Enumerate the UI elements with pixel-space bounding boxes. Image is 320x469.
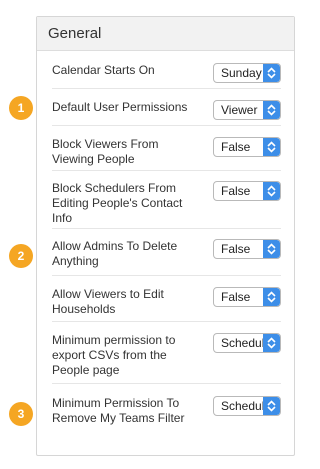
setting-label: Allow Admins To Delete Anything — [52, 239, 178, 268]
setting-label: Minimum Permission To Remove My Teams Fi… — [52, 396, 185, 425]
chevron-up-down-icon — [263, 138, 280, 156]
setting-row-allow-viewers-edit-households: Allow Viewers to Edit Households False — [52, 276, 281, 322]
chevron-up-down-icon — [263, 64, 280, 82]
setting-row-block-viewers: Block Viewers From Viewing People False — [52, 126, 281, 171]
setting-label: Minimum permission to export CSVs from t… — [52, 333, 176, 377]
default-user-permissions-select[interactable]: Viewer — [213, 100, 281, 120]
setting-label: Allow Viewers to Edit Households — [52, 287, 164, 316]
setting-row-min-permission-export-csv: Minimum permission to export CSVs from t… — [52, 322, 281, 384]
general-settings-panel: General Calendar Starts On Sunday 1 Defa… — [9, 16, 295, 456]
step-badge: 3 — [9, 402, 33, 426]
setting-label: Default User Permissions — [52, 100, 188, 114]
setting-row-block-schedulers: Block Schedulers From Editing People's C… — [52, 171, 281, 229]
setting-label: Block Viewers From Viewing People — [52, 137, 159, 166]
select-value: False — [221, 184, 251, 198]
chevron-up-down-icon — [263, 182, 280, 200]
setting-label: Calendar Starts On — [52, 63, 155, 77]
setting-row-min-permission-remove-teams-filter: 3 Minimum Permission To Remove My Teams … — [9, 384, 281, 429]
select-value: False — [221, 290, 251, 304]
setting-label: Block Schedulers From Editing People's C… — [52, 181, 183, 225]
block-schedulers-select[interactable]: False — [213, 181, 281, 201]
block-viewers-select[interactable]: False — [213, 137, 281, 157]
setting-row-calendar-starts-on: Calendar Starts On Sunday — [52, 51, 281, 89]
select-value: False — [221, 140, 251, 154]
allow-admins-delete-select[interactable]: False — [213, 239, 281, 259]
setting-row-allow-admins-delete: 2 Allow Admins To Delete Anything False — [9, 229, 281, 276]
min-permission-export-csv-select[interactable]: Scheduler — [213, 333, 281, 353]
chevron-up-down-icon — [263, 240, 280, 258]
panel-title: General — [37, 17, 294, 51]
calendar-starts-on-select[interactable]: Sunday — [213, 63, 281, 83]
select-value: Scheduler — [221, 399, 265, 413]
chevron-up-down-icon — [263, 334, 280, 352]
select-value: False — [221, 242, 251, 256]
setting-row-default-user-permissions: 1 Default User Permissions Viewer — [9, 89, 281, 126]
step-badge: 1 — [9, 96, 33, 120]
select-value: Scheduler — [221, 336, 265, 350]
step-badge: 2 — [9, 244, 33, 268]
min-permission-remove-teams-filter-select[interactable]: Scheduler — [213, 396, 281, 416]
allow-viewers-edit-households-select[interactable]: False — [213, 287, 281, 307]
chevron-up-down-icon — [263, 101, 280, 119]
chevron-up-down-icon — [263, 288, 280, 306]
chevron-up-down-icon — [263, 397, 280, 415]
select-value: Sunday — [221, 66, 262, 80]
select-value: Viewer — [221, 103, 258, 117]
